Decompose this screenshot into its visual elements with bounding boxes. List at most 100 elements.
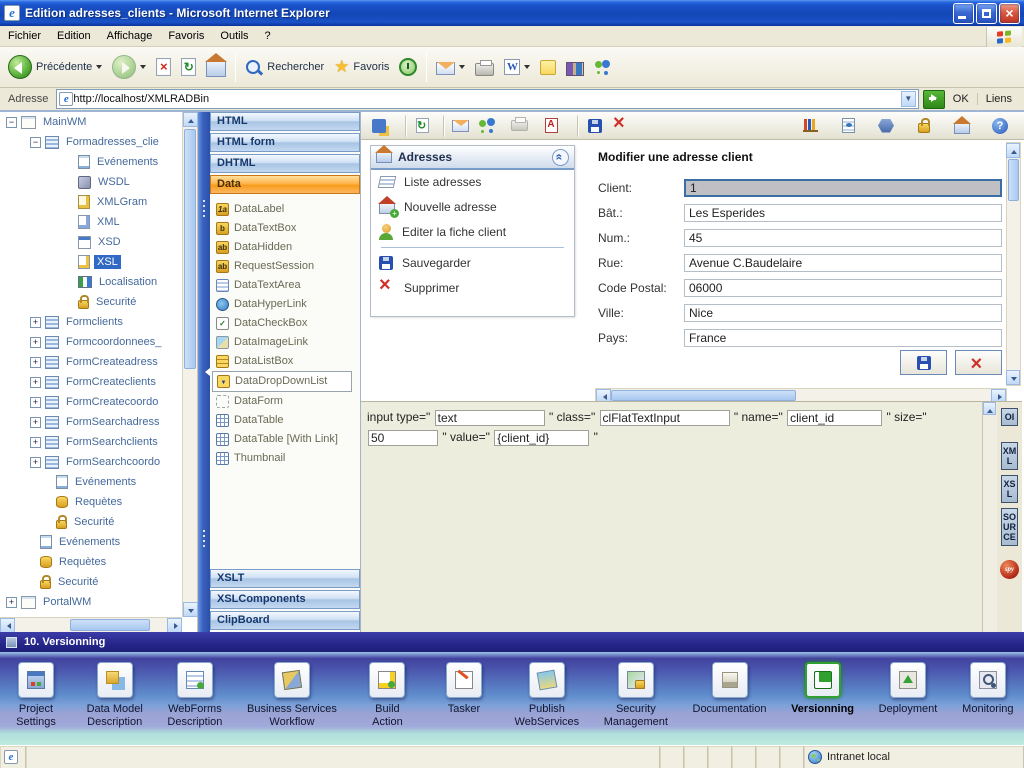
- expand-toggle-icon[interactable]: [30, 317, 41, 328]
- form-scroll-thumb[interactable]: [1008, 159, 1019, 201]
- toolbox-item[interactable]: DataHidden: [212, 238, 358, 257]
- tree-hscroll-thumb[interactable]: [70, 619, 150, 631]
- menu-item[interactable]: Favoris: [160, 27, 212, 45]
- panel-splitter[interactable]: [198, 112, 210, 632]
- expand-toggle-icon[interactable]: [30, 337, 41, 348]
- home-button[interactable]: [202, 55, 230, 79]
- tree-item[interactable]: XSL: [0, 252, 182, 272]
- workspace-tool-button[interactable]: [874, 115, 898, 137]
- toolbox-item[interactable]: Thumbnail: [212, 449, 358, 468]
- panel-link[interactable]: Editer la fiche client: [371, 219, 574, 244]
- history-button[interactable]: [395, 56, 421, 78]
- tree-item[interactable]: Formadresses_clie: [0, 132, 182, 152]
- scroll-up-button[interactable]: [983, 402, 996, 415]
- expand-toggle-icon[interactable]: [30, 137, 41, 148]
- tree-item[interactable]: WSDL: [0, 172, 182, 192]
- expand-toggle-icon[interactable]: [6, 597, 17, 608]
- field-input[interactable]: France: [684, 329, 1002, 347]
- workspace-tool-button[interactable]: [507, 115, 531, 137]
- tree-item[interactable]: FormSearchclients: [0, 432, 182, 452]
- workspace-tool-button[interactable]: [988, 115, 1012, 137]
- expand-toggle-icon[interactable]: [30, 357, 41, 368]
- tree-item[interactable]: Requètes: [0, 552, 182, 572]
- toolbox-section-header[interactable]: HTML form: [210, 133, 360, 152]
- menu-item[interactable]: Edition: [49, 27, 99, 45]
- tree-item[interactable]: FormSearchcoordo: [0, 452, 182, 472]
- workflow-item[interactable]: Build Action: [361, 662, 413, 729]
- menu-item[interactable]: Fichier: [0, 27, 49, 45]
- tree-item[interactable]: Localisation: [0, 272, 182, 292]
- workflow-item[interactable]: Versionning: [791, 662, 854, 716]
- favorites-button[interactable]: ★ Favoris: [330, 56, 393, 78]
- workspace-tool-button[interactable]: [912, 115, 936, 137]
- menu-item[interactable]: Affichage: [99, 27, 161, 45]
- stop-button[interactable]: ×: [152, 56, 175, 78]
- toolbox-item[interactable]: DataTable: [212, 411, 358, 430]
- mail-button[interactable]: [432, 57, 469, 77]
- workflow-item[interactable]: Deployment: [879, 662, 938, 716]
- field-input[interactable]: 45: [684, 229, 1002, 247]
- view-button[interactable]: XML: [1001, 442, 1018, 470]
- workflow-item-button[interactable]: [805, 662, 841, 698]
- toolbox-item[interactable]: DataForm: [212, 392, 358, 411]
- search-button[interactable]: Rechercher: [241, 56, 328, 78]
- tree-scroll-thumb[interactable]: [184, 129, 196, 369]
- workspace-tool-button[interactable]: [950, 115, 974, 137]
- form-save-button[interactable]: [900, 350, 947, 375]
- close-button[interactable]: ×: [999, 3, 1020, 24]
- form-hscroll-thumb[interactable]: [611, 390, 796, 401]
- workflow-item-button[interactable]: [618, 662, 654, 698]
- scroll-down-button[interactable]: [183, 602, 198, 617]
- tree-item[interactable]: MainWM: [0, 112, 182, 132]
- back-button[interactable]: Précédente: [4, 53, 106, 81]
- tree-item[interactable]: Formclients: [0, 312, 182, 332]
- workflow-item[interactable]: Tasker: [438, 662, 490, 716]
- tree-item[interactable]: FormCreateclients: [0, 372, 182, 392]
- workflow-item-button[interactable]: [177, 662, 213, 698]
- field-input[interactable]: Les Esperides: [684, 204, 1002, 222]
- toolbox-item[interactable]: RequestSession: [212, 257, 358, 276]
- workflow-item[interactable]: Monitoring: [962, 662, 1014, 716]
- workspace-tool-button[interactable]: [609, 115, 633, 137]
- view-button[interactable]: OI: [1001, 408, 1018, 426]
- field-input[interactable]: Avenue C.Baudelaire: [684, 254, 1002, 272]
- expand-toggle-icon[interactable]: [30, 457, 41, 468]
- edit-word-button[interactable]: W: [500, 57, 534, 77]
- messenger-button[interactable]: [590, 57, 616, 77]
- menu-item[interactable]: ?: [257, 27, 279, 45]
- workflow-item-button[interactable]: [446, 662, 482, 698]
- workflow-item-button[interactable]: [274, 662, 310, 698]
- scroll-left-button[interactable]: [0, 618, 15, 632]
- tree-horizontal-scrollbar[interactable]: [0, 617, 182, 632]
- workspace-tool-button[interactable]: [475, 115, 499, 137]
- tree-item[interactable]: Securité: [0, 512, 182, 532]
- scroll-up-button[interactable]: [1006, 143, 1020, 158]
- workflow-item-button[interactable]: [712, 662, 748, 698]
- tree-vertical-scrollbar[interactable]: [182, 112, 197, 617]
- workflow-item[interactable]: Publish WebServices: [515, 662, 580, 729]
- scroll-down-button[interactable]: [1006, 370, 1020, 385]
- toolbox-section-header[interactable]: HTML: [210, 112, 360, 131]
- toolbox-item[interactable]: DataTextBox: [212, 219, 358, 238]
- workspace-tool-button[interactable]: [836, 115, 860, 137]
- toolbox-item[interactable]: DataCheckBox: [212, 314, 358, 333]
- toolbox-item[interactable]: DataDropDownList: [212, 371, 352, 392]
- scroll-right-button[interactable]: [167, 618, 182, 632]
- tree-item[interactable]: XML: [0, 212, 182, 232]
- field-input[interactable]: Nice: [684, 304, 1002, 322]
- workspace-tool-button[interactable]: [405, 115, 429, 137]
- workspace-tool-button[interactable]: [367, 115, 391, 137]
- code-vertical-scrollbar[interactable]: [983, 401, 997, 632]
- workflow-item-button[interactable]: [369, 662, 405, 698]
- form-vertical-scrollbar[interactable]: [1006, 142, 1021, 386]
- address-input[interactable]: [73, 93, 900, 105]
- toolbox-section-header[interactable]: ClipBoard: [210, 611, 360, 630]
- workflow-item-button[interactable]: [529, 662, 565, 698]
- workflow-item-button[interactable]: [890, 662, 926, 698]
- tree-item[interactable]: Evénements: [0, 472, 182, 492]
- note-button[interactable]: [536, 58, 560, 77]
- tree-item[interactable]: Requètes: [0, 492, 182, 512]
- workspace-tool-button[interactable]: [577, 115, 601, 137]
- toolbox-item[interactable]: DataImageLink: [212, 333, 358, 352]
- toolbox-item[interactable]: DataLabel: [212, 200, 358, 219]
